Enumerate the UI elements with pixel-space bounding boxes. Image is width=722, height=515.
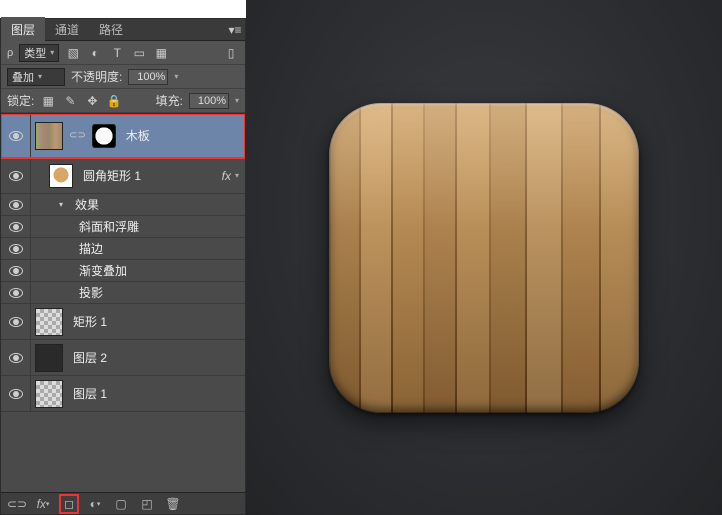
blend-mode-value: 叠加 — [12, 69, 34, 85]
layer-row-wood[interactable]: ⊂⊃ 木板 — [1, 114, 245, 158]
eye-icon — [9, 200, 23, 210]
eye-icon — [9, 171, 23, 181]
layer-thumbnail[interactable] — [49, 164, 73, 188]
effect-row-gradient[interactable]: 渐变叠加 — [1, 260, 245, 282]
link-layers-icon[interactable]: ⊂⊃ — [9, 496, 25, 512]
filter-toggle-icon[interactable]: ▯ — [223, 45, 239, 61]
eye-icon — [9, 353, 23, 363]
lock-all-icon[interactable]: 🔒 — [106, 93, 122, 109]
type-filter-icon[interactable]: T — [109, 45, 125, 61]
chevron-down-icon[interactable]: ▾ — [174, 72, 178, 81]
lock-position-icon[interactable]: ✥ — [84, 93, 100, 109]
adjustment-layer-icon[interactable]: ◐▾ — [87, 496, 103, 512]
wood-icon-preview — [329, 103, 639, 413]
effect-name: 投影 — [73, 284, 239, 301]
effect-row-stroke[interactable]: 描边 — [1, 238, 245, 260]
blend-row: 叠加 ▾ 不透明度: 100% ▾ — [1, 65, 245, 89]
adjust-filter-icon[interactable]: ◐ — [87, 45, 103, 61]
fill-label: 填充: — [156, 92, 183, 109]
layer-thumbnail[interactable] — [35, 308, 63, 336]
blend-mode-select[interactable]: 叠加 ▾ — [7, 68, 65, 86]
effect-name: 渐变叠加 — [73, 262, 239, 279]
delete-layer-icon[interactable]: 🗑 — [165, 496, 181, 512]
tab-paths[interactable]: 路径 — [89, 17, 133, 42]
panel-footer: ⊂⊃ fx▾ ◻ ◐▾ ▢ ◰ 🗑 — [1, 492, 245, 514]
visibility-toggle[interactable] — [1, 376, 31, 411]
eye-icon — [9, 389, 23, 399]
effect-name: 斜面和浮雕 — [73, 218, 239, 235]
add-mask-icon[interactable]: ◻ — [61, 496, 77, 512]
layers-panel: 图层 通道 路径 ▾≡ ρ 类型 ▾ ▧ ◐ T ▭ ▦ ▯ 叠加 ▾ 不透明度… — [0, 18, 246, 515]
smart-filter-icon[interactable]: ▦ — [153, 45, 169, 61]
chevron-down-icon[interactable]: ▾ — [235, 171, 239, 180]
opacity-input[interactable]: 100% — [128, 69, 168, 85]
visibility-toggle[interactable] — [1, 158, 31, 193]
chevron-down-icon: ▾ — [50, 48, 54, 57]
visibility-toggle[interactable] — [1, 238, 31, 259]
layer-name[interactable]: 图层 2 — [67, 349, 239, 366]
eye-icon — [9, 131, 23, 141]
layer-name[interactable]: 木板 — [120, 127, 239, 144]
link-icon: ⊂⊃ — [67, 130, 88, 141]
layer-thumbnail[interactable] — [35, 380, 63, 408]
visibility-toggle[interactable] — [1, 282, 31, 303]
fx-badge[interactable]: fx — [222, 169, 235, 183]
layer-row-rect1[interactable]: 矩形 1 — [1, 304, 245, 340]
layer-mask-thumbnail[interactable] — [92, 124, 116, 148]
layer-thumbnail[interactable] — [35, 122, 63, 150]
new-group-icon[interactable]: ▢ — [113, 496, 129, 512]
fill-input[interactable]: 100% — [189, 93, 229, 109]
visibility-toggle[interactable] — [1, 304, 31, 339]
eye-icon — [9, 222, 23, 232]
image-filter-icon[interactable]: ▧ — [65, 45, 81, 61]
visibility-toggle[interactable] — [1, 340, 31, 375]
eye-icon — [9, 266, 23, 276]
layer-row-layer2[interactable]: 图层 2 — [1, 340, 245, 376]
opacity-label: 不透明度: — [71, 68, 122, 85]
lock-transparency-icon[interactable]: ▦ — [40, 93, 56, 109]
layer-row-rounded-rect[interactable]: 圆角矩形 1 fx ▾ — [1, 158, 245, 194]
filter-kind-select[interactable]: 类型 ▾ — [19, 44, 59, 62]
layer-name[interactable]: 图层 1 — [67, 385, 239, 402]
layer-name[interactable]: 矩形 1 — [67, 313, 239, 330]
layer-thumbnail[interactable] — [35, 344, 63, 372]
layer-list: ⊂⊃ 木板 圆角矩形 1 fx ▾ ▾ 效果 斜面和浮雕 描 — [1, 113, 245, 492]
effect-row-shadow[interactable]: 投影 — [1, 282, 245, 304]
disclose-icon[interactable]: ▾ — [59, 200, 69, 209]
panel-tabs: 图层 通道 路径 ▾≡ — [1, 19, 245, 41]
lock-label: 锁定: — [7, 92, 34, 109]
eye-icon — [9, 317, 23, 327]
layer-name[interactable]: 圆角矩形 1 — [77, 167, 222, 184]
effects-header-row[interactable]: ▾ 效果 — [1, 194, 245, 216]
visibility-toggle[interactable] — [1, 114, 31, 157]
visibility-toggle[interactable] — [1, 216, 31, 237]
lock-row: 锁定: ▦ ✎ ✥ 🔒 填充: 100% ▾ — [1, 89, 245, 113]
visibility-toggle[interactable] — [1, 260, 31, 281]
shape-filter-icon[interactable]: ▭ — [131, 45, 147, 61]
tab-channels[interactable]: 通道 — [45, 17, 89, 42]
chevron-down-icon[interactable]: ▾ — [235, 96, 239, 105]
effect-name: 描边 — [73, 240, 239, 257]
canvas-area[interactable] — [246, 0, 722, 515]
visibility-toggle[interactable] — [1, 194, 31, 215]
fx-icon[interactable]: fx▾ — [35, 496, 51, 512]
panel-menu-button[interactable]: ▾≡ — [225, 23, 245, 37]
layer-filter-row: ρ 类型 ▾ ▧ ◐ T ▭ ▦ ▯ — [1, 41, 245, 65]
tab-layers[interactable]: 图层 — [1, 17, 45, 42]
layer-row-layer1[interactable]: 图层 1 — [1, 376, 245, 412]
new-layer-icon[interactable]: ◰ — [139, 496, 155, 512]
eye-icon — [9, 288, 23, 298]
filter-kind-label: 类型 — [24, 45, 46, 61]
lock-paint-icon[interactable]: ✎ — [62, 93, 78, 109]
effect-row-bevel[interactable]: 斜面和浮雕 — [1, 216, 245, 238]
effects-label: 效果 — [69, 196, 239, 213]
eye-icon — [9, 244, 23, 254]
chevron-down-icon: ▾ — [38, 72, 42, 81]
